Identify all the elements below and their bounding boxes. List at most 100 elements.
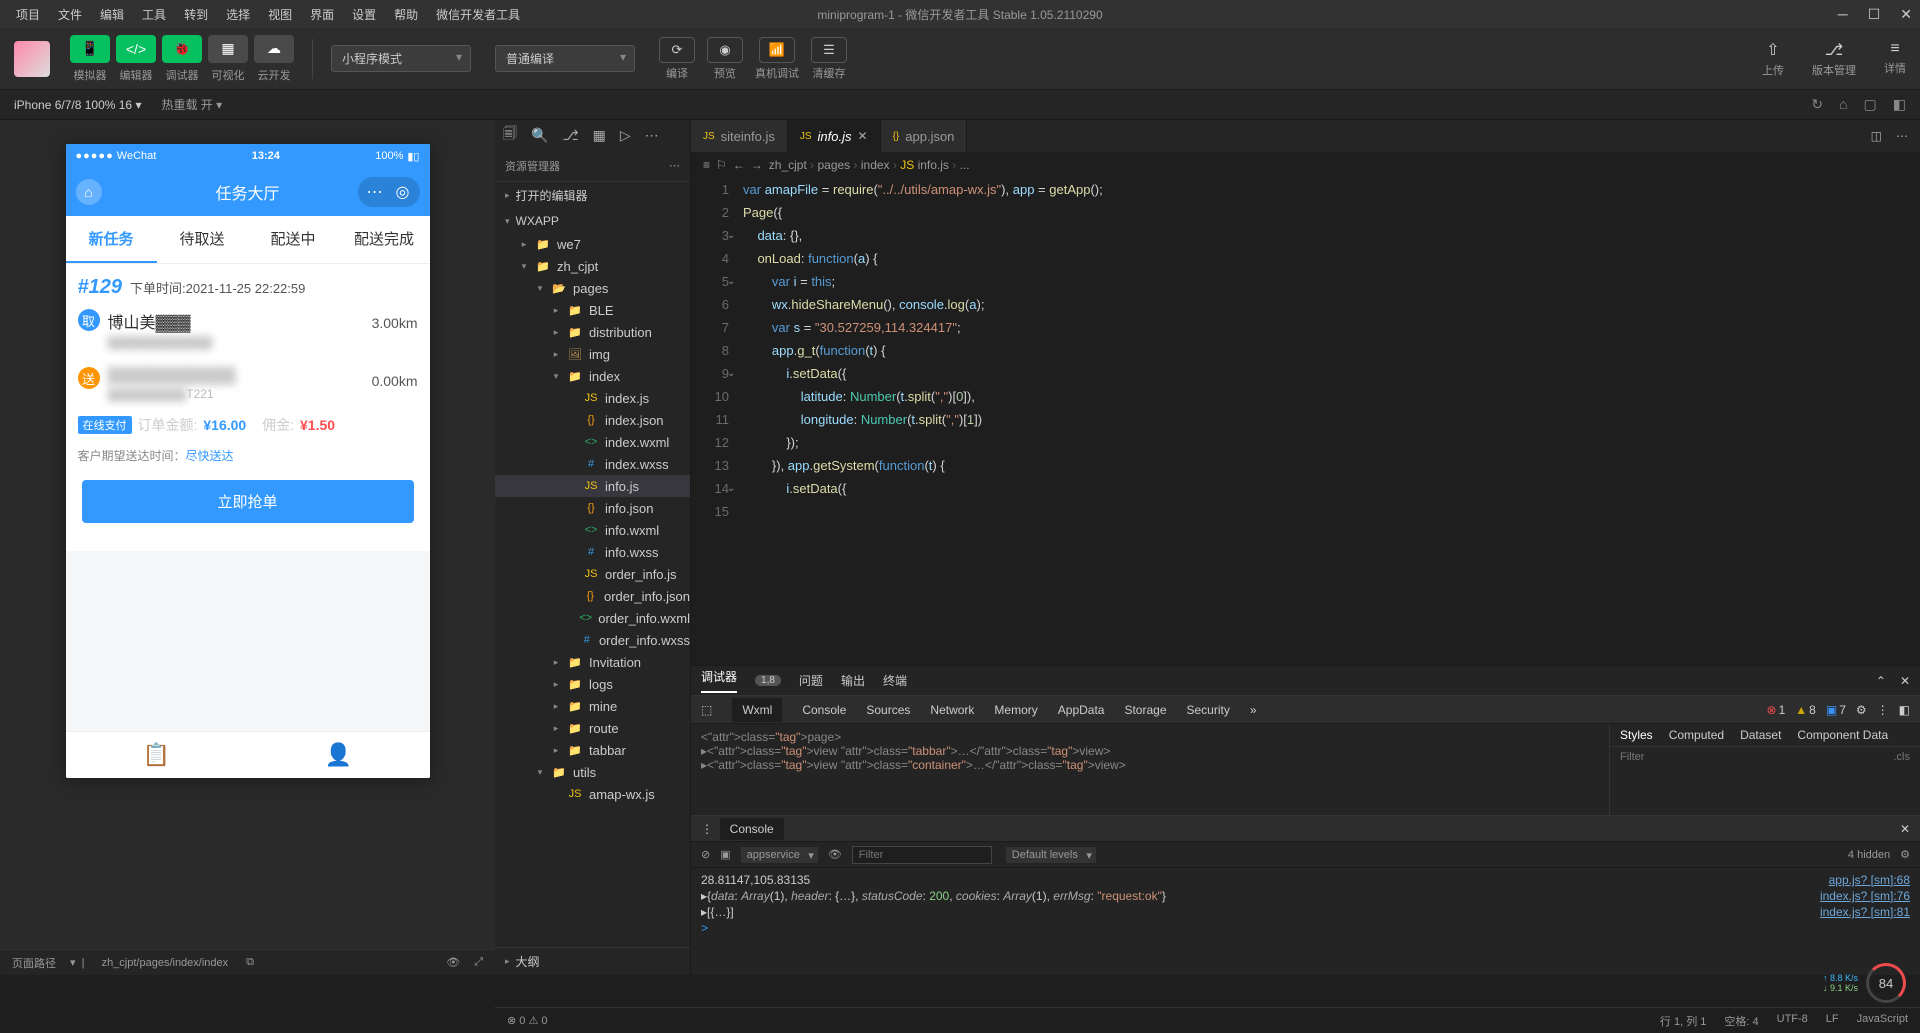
outline-section[interactable]: 大纲 (495, 947, 690, 975)
tab-output[interactable]: 输出 (841, 672, 865, 689)
maximize-button[interactable]: ☐ (1868, 6, 1881, 23)
tab-problems[interactable]: 问题 (799, 672, 823, 689)
tree-order_info.wxss[interactable]: #order_info.wxss (495, 629, 690, 651)
menu-转到[interactable]: 转到 (176, 2, 216, 27)
warn-badge[interactable]: ▲8 (1795, 703, 1816, 717)
tree-index.js[interactable]: JSindex.js (495, 387, 690, 409)
open-editors-section[interactable]: 打开的编辑器 (495, 182, 690, 209)
target-icon[interactable]: ◎ (389, 180, 417, 204)
phone-icon[interactable]: ▢ (1864, 96, 1877, 113)
menu-微信开发者工具[interactable]: 微信开发者工具 (428, 2, 528, 27)
visual-toggle[interactable]: ▦ (208, 35, 248, 63)
code-editor[interactable]: 12⌄34⌄5678⌄910111213⌄1415 var amapFile =… (691, 178, 1920, 665)
bookmark-icon[interactable]: ⚐ (716, 158, 727, 172)
capsule-button[interactable]: ⋯◎ (358, 177, 420, 207)
computed-tab[interactable]: Computed (1669, 728, 1724, 742)
editor-tab-app.json[interactable]: {}app.json (881, 120, 968, 152)
cloud-toggle[interactable]: ☁ (254, 35, 294, 63)
dock-toggle-icon[interactable]: ◧ (1899, 703, 1910, 717)
action-编译[interactable]: ⟳编译 (659, 37, 695, 81)
tree-info.js[interactable]: JSinfo.js (495, 475, 690, 497)
program-mode-select[interactable]: 小程序模式 (331, 45, 471, 72)
split-icon[interactable]: ◫ (1871, 129, 1882, 143)
tree-amap-wx.js[interactable]: JSamap-wx.js (495, 783, 690, 805)
chevron-up-icon[interactable]: ⌃ (1876, 674, 1886, 688)
gear-icon[interactable]: ⚙ (1900, 848, 1910, 861)
tree-route[interactable]: ▸📁route (495, 717, 690, 739)
debug-icon[interactable]: ▷ (620, 127, 631, 144)
tree-utils[interactable]: ▾📁utils (495, 761, 690, 783)
hidden-count[interactable]: 4 hidden (1848, 849, 1890, 861)
nav-home-icon[interactable]: ⌂ (76, 179, 102, 205)
styles-filter[interactable]: Filter (1620, 751, 1644, 763)
tree-order_info.js[interactable]: JSorder_info.js (495, 563, 690, 585)
tab-orders-icon[interactable]: 📋 (66, 732, 248, 778)
tab-terminal[interactable]: 终端 (883, 672, 907, 689)
problems-status[interactable]: ⊗ 0 ⚠ 0 (507, 1014, 547, 1027)
tree-we7[interactable]: ▸📁we7 (495, 233, 690, 255)
refresh-icon[interactable]: ↻ (1811, 96, 1823, 113)
menu-项目[interactable]: 项目 (8, 2, 48, 27)
cls-toggle[interactable]: .cls (1894, 751, 1911, 763)
context-select[interactable]: appservice (741, 847, 818, 863)
perf-widget[interactable]: ↑ 8.8 K/s ↓ 9.1 K/s 84 (1823, 963, 1906, 1003)
menu-icon[interactable]: ⋯ (361, 180, 389, 204)
more-icon[interactable]: ⋯ (1896, 129, 1908, 143)
storage-tab[interactable]: Storage (1124, 703, 1166, 717)
tree-info.wxml[interactable]: <>info.wxml (495, 519, 690, 541)
device-select[interactable]: iPhone 6/7/8 100% 16 ▾ (14, 98, 141, 112)
wxml-tree[interactable]: <"attr">class="tag">page> ▸<"attr">class… (691, 724, 1610, 815)
project-root[interactable]: WXAPP (495, 209, 690, 233)
menu-选择[interactable]: 选择 (218, 2, 258, 27)
tree-index[interactable]: ▾📁index (495, 365, 690, 387)
simulator-toggle[interactable]: 📱 (70, 35, 110, 63)
ext-icon[interactable]: ▦ (593, 127, 606, 144)
close-button[interactable]: ✕ (1900, 6, 1912, 23)
tree-index.wxml[interactable]: <>index.wxml (495, 431, 690, 453)
dataset-tab[interactable]: Dataset (1740, 728, 1781, 742)
action-清缓存[interactable]: ☰清缓存 (811, 37, 847, 81)
list-icon[interactable]: ≡ (703, 158, 710, 172)
tree-Invitation[interactable]: ▸📁Invitation (495, 651, 690, 673)
status-LF[interactable]: LF (1826, 1013, 1839, 1029)
tree-order_info.wxml[interactable]: <>order_info.wxml (495, 607, 690, 629)
more-icon[interactable]: ⋯ (645, 127, 659, 144)
close-tab-icon[interactable]: ✕ (858, 129, 868, 143)
action-详情[interactable]: ≡详情 (1884, 40, 1906, 78)
kebab-icon[interactable]: ⋮ (701, 822, 713, 836)
more-tabs-icon[interactable]: » (1250, 703, 1257, 717)
close-devtools-icon[interactable]: ✕ (1900, 674, 1910, 688)
files-icon[interactable]: 🗐 (503, 123, 517, 147)
action-上传[interactable]: ⇧上传 (1762, 40, 1784, 78)
clear-icon[interactable]: ⊘ (701, 848, 710, 861)
eye-off-icon[interactable]: 👁 (828, 848, 842, 861)
console-tab[interactable]: Console (802, 703, 846, 717)
log-levels-select[interactable]: Default levels (1006, 847, 1096, 863)
tree-zh_cjpt[interactable]: ▾📁zh_cjpt (495, 255, 690, 277)
console-drawer-tab[interactable]: Console (720, 818, 784, 840)
info-badge[interactable]: ▣7 (1826, 703, 1846, 717)
gear-icon[interactable]: ⚙ (1856, 703, 1867, 717)
compile-mode-select[interactable]: 普通编译 (495, 45, 635, 72)
tree-logs[interactable]: ▸📁logs (495, 673, 690, 695)
status-空格: 4[interactable]: 空格: 4 (1724, 1013, 1758, 1029)
tree-info.wxss[interactable]: #info.wxss (495, 541, 690, 563)
action-预览[interactable]: ◉预览 (707, 37, 743, 81)
console-filter-input[interactable] (852, 846, 992, 864)
tree-tabbar[interactable]: ▸📁tabbar (495, 739, 690, 761)
editor-tab-info.js[interactable]: JSinfo.js✕ (788, 120, 881, 152)
network-tab[interactable]: Network (930, 703, 974, 717)
tab-debugger[interactable]: 调试器 (701, 668, 737, 693)
tab-profile-icon[interactable]: 👤 (248, 732, 430, 778)
tree-info.json[interactable]: {}info.json (495, 497, 690, 519)
copy-icon[interactable]: ⧉ (246, 956, 254, 969)
styles-tab[interactable]: Styles (1620, 728, 1653, 742)
menu-编辑[interactable]: 编辑 (92, 2, 132, 27)
eye-icon[interactable]: 👁 (446, 956, 460, 969)
tree-order_info.json[interactable]: {}order_info.json (495, 585, 690, 607)
order-tab-2[interactable]: 配送中 (248, 216, 339, 263)
console-output[interactable]: 28.81147,105.83135app.js? [sm]:68 ▸{data… (691, 868, 1920, 975)
order-tab-3[interactable]: 配送完成 (339, 216, 430, 263)
top-icon[interactable]: ▣ (720, 848, 730, 861)
inspect-icon[interactable]: ⬚ (701, 703, 712, 717)
